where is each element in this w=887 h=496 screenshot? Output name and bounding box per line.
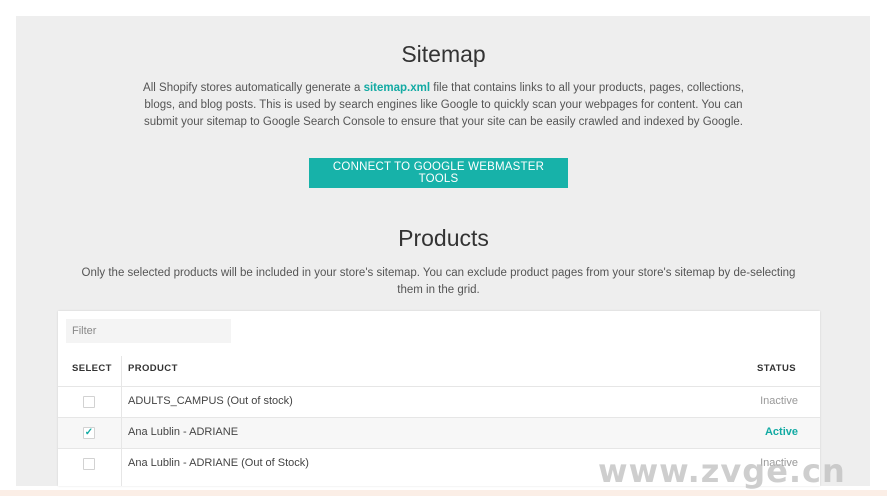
products-desc-line2: them in the grid. — [397, 284, 480, 296]
sitemap-title: Sitemap — [401, 41, 486, 67]
status-column-header[interactable]: STATUS — [757, 363, 796, 374]
sitemap-desc-line2: blogs, and blog posts. This is used by s… — [144, 99, 743, 111]
status-badge: Inactive — [760, 395, 798, 407]
sitemap-desc-before: All Shopify stores automatically generat… — [143, 82, 364, 94]
table-row: ✓ Ana Lublin - ADRIANE Active — [58, 418, 820, 448]
row-select-checkbox[interactable]: ✓ — [83, 427, 95, 439]
product-name: Ana Lublin - ADRIANE — [128, 426, 239, 438]
row-select-checkbox[interactable] — [83, 458, 95, 470]
filter-input[interactable] — [66, 319, 231, 343]
watermark: www.zvge.cn — [598, 452, 846, 490]
connect-google-webmaster-button[interactable]: CONNECT TO GOOGLE WEBMASTER TOOLS — [309, 158, 568, 188]
bottom-strip — [0, 490, 887, 496]
product-column-header[interactable]: PRODUCT — [128, 363, 178, 374]
sitemap-description: All Shopify stores automatically generat… — [120, 80, 767, 131]
select-column-header: SELECT — [72, 363, 112, 374]
products-title: Products — [398, 225, 489, 251]
product-name: ADULTS_CAMPUS (Out of stock) — [128, 395, 293, 407]
product-name: Ana Lublin - ADRIANE (Out of Stock) — [128, 457, 309, 469]
sitemap-desc-line3: submit your sitemap to Google Search Con… — [144, 116, 743, 128]
products-desc-line1: Only the selected products will be inclu… — [81, 267, 796, 279]
table-row: ADULTS_CAMPUS (Out of stock) Inactive — [58, 387, 820, 417]
sitemap-xml-link[interactable]: sitemap.xml — [364, 82, 430, 94]
row-select-checkbox[interactable] — [83, 396, 95, 408]
column-divider — [121, 356, 122, 486]
sitemap-desc-line1: file that contains links to all your pro… — [430, 82, 744, 94]
status-badge: Active — [764, 426, 798, 438]
products-description: Only the selected products will be inclu… — [60, 265, 817, 299]
checkmark-icon: ✓ — [84, 427, 94, 438]
